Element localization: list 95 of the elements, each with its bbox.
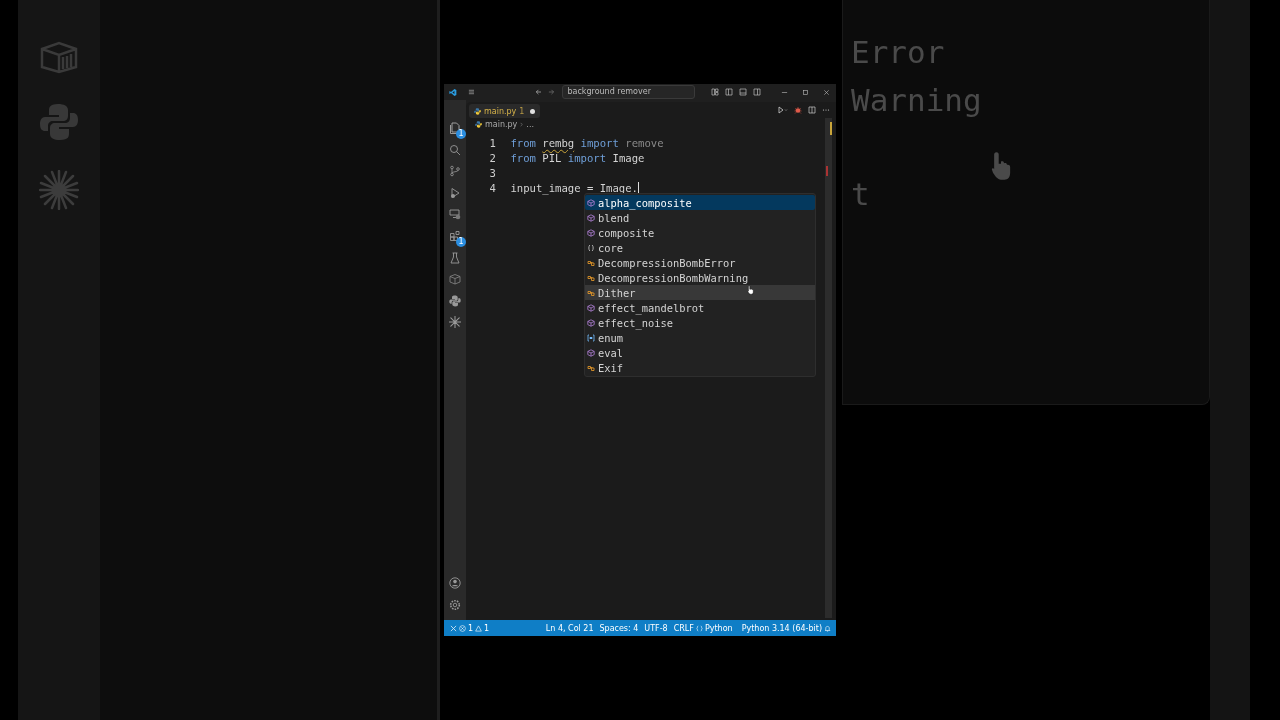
notification-badge: 1 (456, 236, 466, 247)
code-token: from (510, 151, 536, 164)
method-icon (587, 228, 595, 237)
code-token: import (567, 151, 607, 164)
secondary-sidebar-icon[interactable] (753, 88, 761, 96)
code-token: rembg (542, 136, 575, 149)
breadcrumb-item[interactable]: ... (526, 119, 534, 129)
status-item[interactable]: Spaces: 4 (599, 623, 639, 633)
back-arrow-icon[interactable] (534, 88, 542, 96)
remote-monitor-icon[interactable] (449, 208, 461, 221)
variable-icon (587, 333, 595, 342)
line-number: 1 (488, 136, 496, 149)
cube-icon (39, 40, 79, 74)
warning-icon[interactable] (475, 624, 483, 632)
braces-icon (695, 624, 703, 632)
extensions-icon[interactable] (449, 229, 461, 242)
suggestion-item[interactable]: enum (585, 330, 815, 345)
search-field[interactable]: background remover (562, 85, 695, 99)
error-count[interactable]: 1 (468, 623, 474, 633)
scrollbar[interactable] (825, 118, 832, 618)
suggestion-item[interactable]: effect_noise (585, 315, 815, 330)
app-logo-icon (449, 87, 457, 97)
python-file-icon (474, 107, 481, 115)
bug-icon[interactable] (794, 106, 802, 114)
class-icon (587, 258, 595, 267)
search-icon[interactable] (449, 143, 461, 156)
mouse-pointer-icon (747, 285, 754, 295)
suggestion-item[interactable]: Dither (585, 285, 815, 300)
split-editor-icon[interactable] (808, 106, 816, 114)
suggestion-item[interactable]: Exif (585, 360, 815, 375)
suggestion-item[interactable]: DecompressionBombWarning (585, 270, 815, 285)
remote-icon[interactable] (450, 624, 457, 632)
method-icon (587, 213, 595, 222)
method-icon (587, 318, 595, 327)
class-icon (587, 363, 595, 372)
python-icon[interactable] (449, 294, 461, 307)
more-icon[interactable] (822, 106, 830, 114)
namespace-icon (587, 243, 595, 252)
status-item[interactable]: UTF-8 (644, 623, 668, 633)
bell-icon[interactable] (824, 624, 831, 632)
code-token: import (580, 136, 619, 149)
code-token: input_image = Image. (510, 181, 638, 194)
code-token: remove (625, 136, 664, 149)
class-icon (587, 288, 595, 297)
maximize-icon[interactable] (802, 88, 809, 96)
suggestion-item[interactable]: composite (585, 225, 815, 240)
run-debug-icon[interactable] (449, 186, 461, 199)
language-mode[interactable]: Python (704, 623, 733, 633)
method-icon (587, 348, 595, 357)
chevron-icon (520, 121, 524, 127)
cube-icon[interactable] (449, 273, 461, 286)
settings-icon[interactable] (449, 599, 461, 611)
flask-icon[interactable] (449, 251, 461, 264)
line-number: 2 (488, 151, 496, 164)
status-item[interactable]: CRLF (673, 623, 694, 633)
suggestion-item[interactable]: DecompressionBombError (585, 255, 815, 270)
suggestion-item[interactable]: core (585, 240, 815, 255)
suggestion-item[interactable]: blend (585, 210, 815, 225)
python-file-icon (475, 120, 482, 128)
class-icon (587, 273, 595, 282)
blurred-code-text: t (850, 175, 871, 214)
warning-count[interactable]: 1 (484, 623, 490, 633)
code-token: PIL (542, 151, 562, 164)
line-number: 4 (488, 181, 496, 194)
method-icon (587, 198, 595, 207)
sparkle-icon (39, 170, 79, 210)
layout-icon[interactable] (711, 88, 719, 96)
problem-count: 1 (519, 106, 525, 116)
suggestion-item[interactable]: eval (585, 345, 815, 360)
panel-toggle-icon[interactable] (739, 88, 747, 96)
method-icon (587, 303, 595, 312)
tab-title: main.py (484, 106, 517, 116)
run-icon[interactable] (778, 106, 788, 114)
close-icon[interactable] (823, 88, 830, 96)
menu-icon[interactable] (467, 88, 475, 96)
editor-tab[interactable]: main.py 1 (469, 104, 541, 118)
blurred-code-text: Warning (850, 81, 983, 120)
status-item[interactable]: Python 3.14 (64-bit) (741, 623, 822, 633)
error-icon[interactable] (459, 624, 466, 632)
line-number: 3 (488, 166, 496, 179)
notification-badge: 1 (456, 129, 466, 139)
code-token: from (510, 136, 536, 149)
breadcrumb-item[interactable]: main.py (485, 119, 518, 129)
sidebar-toggle-icon[interactable] (725, 88, 733, 96)
status-item[interactable]: Ln 4, Col 21 (545, 623, 594, 633)
blurred-code-text: Error (850, 33, 946, 72)
suggestion-item[interactable]: alpha_composite (585, 195, 815, 210)
source-control-icon[interactable] (449, 165, 461, 178)
account-icon[interactable] (449, 577, 461, 590)
hand-cursor-icon (989, 150, 1013, 182)
code-token: Image (612, 151, 645, 164)
sparkle-icon[interactable] (449, 316, 461, 329)
files-icon[interactable] (449, 122, 461, 134)
suggestion-item[interactable]: effect_mandelbrot (585, 300, 815, 315)
python-icon (39, 102, 79, 142)
